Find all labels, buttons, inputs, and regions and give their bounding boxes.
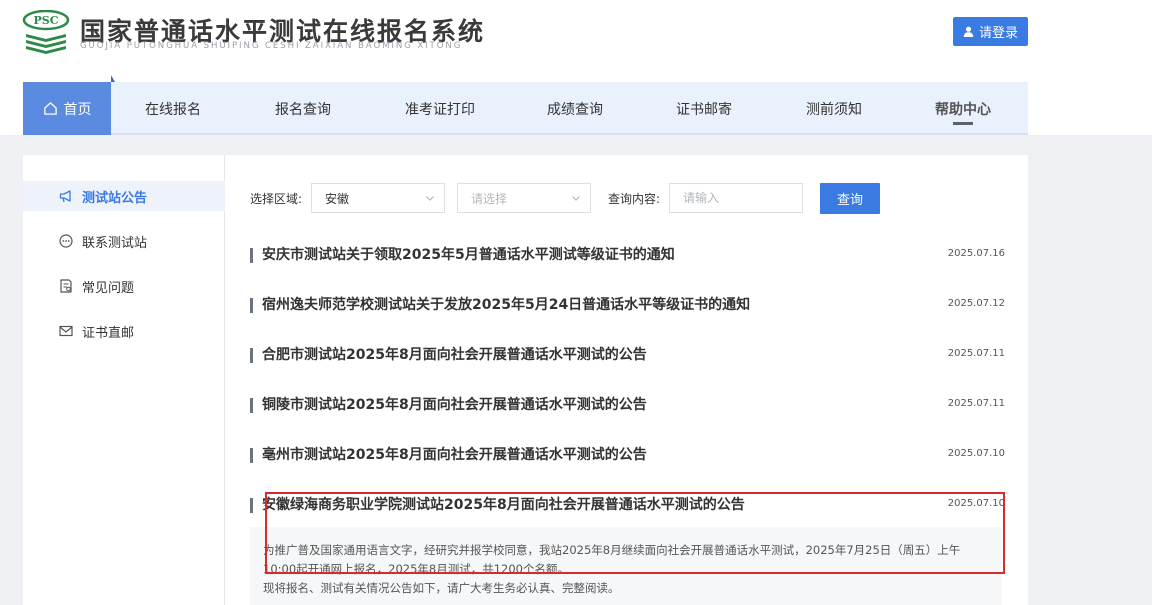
list-item[interactable]: 铜陵市测试站2025年8月面向社会开展普通话水平测试的公告 2025.07.11: [250, 390, 1005, 420]
sidebar-item-faq[interactable]: 常见问题: [23, 271, 225, 301]
city-select[interactable]: 请选择: [457, 183, 591, 213]
sidebar-label: 常见问题: [82, 280, 135, 296]
list-item[interactable]: 亳州市测试站2025年8月面向社会开展普通话水平测试的公告 2025.07.10: [250, 440, 1005, 470]
list-bullet: [250, 248, 253, 263]
query-label: 查询内容:: [608, 192, 661, 206]
search-button[interactable]: 查询: [820, 183, 880, 214]
list-bullet: [250, 498, 253, 513]
notice-title[interactable]: 铜陵市测试站2025年8月面向社会开展普通话水平测试的公告: [262, 394, 647, 414]
home-icon: [43, 102, 57, 115]
psc-logo: PSC: [22, 10, 70, 54]
notice-date: 2025.07.10: [947, 498, 1005, 509]
summary-line: 10:00起开通网上报名，2025年8月测试，共1200个名额。: [263, 562, 569, 576]
sidebar-label: 测试站公告: [82, 190, 148, 206]
nav-home-label: 首页: [63, 101, 92, 118]
notice-date: 2025.07.11: [947, 398, 1005, 409]
login-button[interactable]: 请登录: [953, 17, 1028, 46]
sidebar-item-station-notices[interactable]: 测试站公告: [23, 181, 225, 211]
content-panel: 测试站公告 联系测试站 常见问题 证书直邮 选择区域: 安徽 请选择 查询内容:…: [23, 155, 1028, 605]
notice-title[interactable]: 宿州逸夫师范学校测试站关于发放2025年5月24日普通话水平等级证书的通知: [262, 294, 750, 314]
list-item[interactable]: 合肥市测试站2025年8月面向社会开展普通话水平测试的公告 2025.07.11: [250, 340, 1005, 370]
document-icon: [60, 279, 72, 293]
nav-help-center[interactable]: 帮助中心: [923, 82, 1003, 135]
notice-date: 2025.07.11: [947, 348, 1005, 359]
chat-icon: [59, 234, 73, 248]
site-subtitle: GUOJIA PUTONGHUA SHUIPING CESHI ZAIXIAN …: [80, 41, 463, 51]
active-tab-indicator: [953, 122, 973, 125]
nav-registration-query[interactable]: 报名查询: [263, 82, 343, 135]
notice-date: 2025.07.10: [947, 448, 1005, 459]
summary-line: 现将报名、测试有关情况公告如下，请广大考生务必认真、完整阅读。: [263, 581, 620, 595]
query-input[interactable]: [669, 183, 803, 213]
notice-date: 2025.07.12: [947, 298, 1005, 309]
chevron-down-icon: [572, 196, 580, 201]
region-select[interactable]: 安徽: [311, 183, 445, 213]
notice-title[interactable]: 合肥市测试站2025年8月面向社会开展普通话水平测试的公告: [262, 344, 647, 364]
region-label: 选择区域:: [250, 192, 303, 206]
notice-date: 2025.07.16: [947, 248, 1005, 259]
nav-certificate-mail[interactable]: 证书邮寄: [664, 82, 744, 135]
city-select-placeholder: 请选择: [471, 191, 508, 206]
list-item[interactable]: 安徽绿海商务职业学院测试站2025年8月面向社会开展普通话水平测试的公告 202…: [250, 490, 1005, 520]
list-bullet: [250, 448, 253, 463]
notice-title[interactable]: 安徽绿海商务职业学院测试站2025年8月面向社会开展普通话水平测试的公告: [262, 494, 745, 514]
sidebar: 测试站公告 联系测试站 常见问题 证书直邮: [23, 155, 225, 605]
list-bullet: [250, 298, 253, 313]
nav-pre-test-notice[interactable]: 测前须知: [794, 82, 874, 135]
notice-title[interactable]: 亳州市测试站2025年8月面向社会开展普通话水平测试的公告: [262, 444, 647, 464]
list-item[interactable]: 安庆市测试站关于领取2025年5月普通话水平测试等级证书的通知 2025.07.…: [250, 240, 1005, 270]
nav-score-query[interactable]: 成绩查询: [535, 82, 615, 135]
header: PSC 国家普通话水平测试在线报名系统 GUOJIA PUTONGHUA SHU…: [0, 0, 1152, 75]
summary-line: 为推广普及国家通用语言文字，经研究并报学校同意，我站2025年8月继续面向社会开…: [263, 543, 961, 557]
nav-home[interactable]: 首页: [23, 75, 115, 135]
login-label: 请登录: [978, 26, 1018, 41]
megaphone-icon: [59, 190, 71, 203]
list-bullet: [250, 348, 253, 363]
sidebar-label: 证书直邮: [82, 325, 135, 341]
chevron-down-icon: [426, 196, 434, 201]
navbar-wrapper: 首页 在线报名 报名查询 准考证打印 成绩查询 证书邮寄 测前须知 帮助中心: [0, 75, 1152, 135]
user-icon: [963, 26, 974, 37]
sidebar-item-contact-station[interactable]: 联系测试站: [23, 226, 225, 256]
region-select-value: 安徽: [325, 191, 350, 206]
list-bullet: [250, 398, 253, 413]
nav-admission-print[interactable]: 准考证打印: [390, 82, 490, 135]
list-item[interactable]: 宿州逸夫师范学校测试站关于发放2025年5月24日普通话水平等级证书的通知 20…: [250, 290, 1005, 320]
sidebar-label: 联系测试站: [82, 235, 148, 251]
nav-online-registration[interactable]: 在线报名: [133, 82, 213, 135]
notice-title[interactable]: 安庆市测试站关于领取2025年5月普通话水平测试等级证书的通知: [262, 244, 675, 264]
notice-summary: 为推广普及国家通用语言文字，经研究并报学校同意，我站2025年8月继续面向社会开…: [250, 527, 1002, 605]
logo-text: PSC: [34, 14, 59, 27]
main-nav: 首页 在线报名 报名查询 准考证打印 成绩查询 证书邮寄 测前须知 帮助中心: [23, 75, 1028, 135]
sidebar-item-certificate-mail[interactable]: 证书直邮: [23, 316, 225, 346]
mail-icon: [59, 325, 73, 337]
